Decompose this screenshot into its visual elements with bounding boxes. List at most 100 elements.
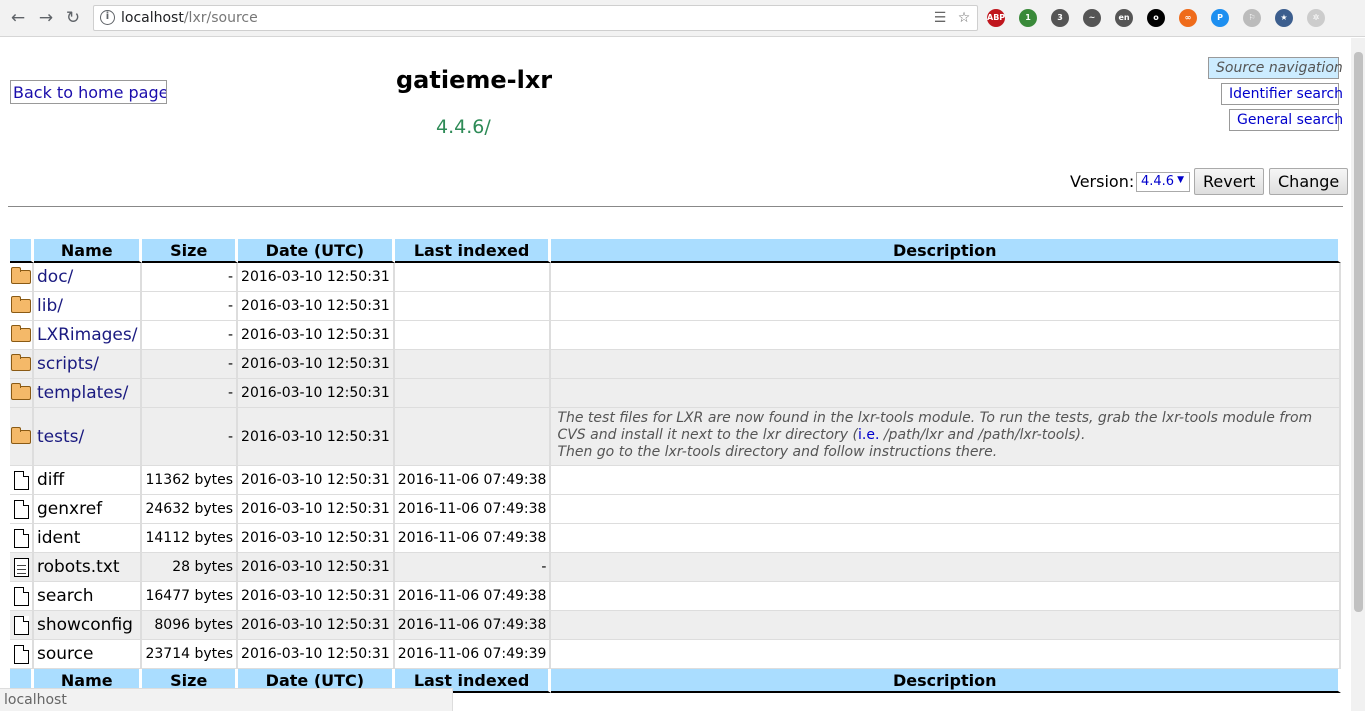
bookmark-star-icon[interactable]: ☆ [956,10,972,26]
file-icon-cell[interactable] [10,524,34,553]
file-icon-cell[interactable] [10,495,34,524]
description-cell [551,350,1341,379]
size-cell: - [142,263,239,292]
folder-icon-cell[interactable] [10,379,34,408]
date-cell: 2016-03-10 12:50:31 [238,321,395,350]
folder-icon[interactable] [11,426,31,444]
file-link[interactable]: source [37,644,93,664]
source-navigation-button[interactable]: Source navigation [1208,57,1343,79]
file-link[interactable]: genxref [37,499,102,519]
file-icon[interactable] [13,499,29,519]
forward-arrow-icon[interactable]: → [36,8,56,28]
identifier-search-button[interactable]: Identifier search [1221,83,1343,105]
file-icon-cell[interactable] [10,466,34,495]
scrollbar-thumb[interactable] [1354,52,1363,612]
file-link[interactable]: robots.txt [37,557,120,577]
general-search-button[interactable]: General search [1229,109,1343,131]
size-cell: - [142,379,239,408]
trend-icon[interactable]: ~ [1083,9,1101,27]
extension-badge-icon[interactable]: 1 [1019,9,1037,27]
entry-name-cell: templates/ [34,379,143,408]
dim-icon[interactable]: ⚐ [1243,9,1261,27]
table-row: doc/ -2016-03-10 12:50:31 [10,263,1341,292]
folder-icon-cell[interactable] [10,408,34,466]
description-cell [551,379,1341,408]
folder-icon[interactable] [11,267,31,284]
change-button[interactable]: Change [1269,168,1349,195]
description-text: Then go to the lxr-tools directory and f… [557,444,998,460]
address-bar[interactable]: i localhost/lxr/source ☰ ☆ [93,5,978,31]
file-icon-cell[interactable] [10,582,34,611]
magnifier-icon[interactable]: P [1211,9,1229,27]
indexed-cell: 2016-11-06 07:49:38 [394,582,552,611]
date-column-header: Date (UTC) [238,239,395,263]
version-path[interactable]: 4.4.6/ [436,116,491,138]
file-icon[interactable] [13,528,29,548]
folder-link[interactable]: doc/ [37,267,73,287]
file-link[interactable]: search [37,586,93,606]
size-cell: - [142,350,239,379]
indexed-cell [394,292,552,321]
description-text: /path/lxr and /path/lxr-tools). [879,427,1086,443]
text-file-icon[interactable] [13,557,29,577]
folder-link[interactable]: lib/ [37,296,63,316]
folder-icon[interactable] [11,383,31,400]
file-link[interactable]: ident [37,528,80,548]
file-icon[interactable] [13,615,29,635]
bell-badge-icon[interactable]: 3 [1051,9,1069,27]
folder-link[interactable]: scripts/ [37,354,99,374]
file-icon-cell[interactable] [10,611,34,640]
file-icon-cell[interactable] [10,553,34,582]
file-icon[interactable] [13,586,29,606]
grey-extension-icon[interactable]: ✲ [1307,9,1325,27]
folder-icon[interactable] [11,296,31,313]
date-cell: 2016-03-10 12:50:31 [238,524,395,553]
entry-name-cell: lib/ [34,292,143,321]
info-icon[interactable]: i [100,10,115,25]
entry-name-cell: LXRimages/ [34,321,143,350]
description-column-header: Description [551,669,1341,693]
reload-icon[interactable]: ↻ [63,8,83,28]
dropdown-arrow-icon: ▼ [1177,175,1184,185]
folder-icon-cell[interactable] [10,263,34,292]
home-page-link[interactable]: Back to home page [10,80,167,104]
file-icon[interactable] [13,470,29,490]
address-url[interactable]: localhost/lxr/source [121,10,258,26]
circle-icon[interactable]: o [1147,9,1165,27]
indexed-cell [394,263,552,292]
revert-button[interactable]: Revert [1194,168,1265,195]
size-cell: 8096 bytes [142,611,239,640]
file-link[interactable]: showconfig [37,615,133,635]
entry-name-cell: robots.txt [34,553,143,582]
table-row: tests/ -2016-03-10 12:50:31 The test files… [10,408,1341,466]
folder-link[interactable]: tests/ [37,427,84,447]
ie-abbreviation: i.e. [857,427,880,443]
file-icon[interactable] [13,644,29,664]
folder-link[interactable]: LXRimages/ [37,325,137,345]
back-arrow-icon[interactable]: ← [8,8,28,28]
name-column-header: Name [34,239,143,263]
description-cell [551,263,1341,292]
folder-icon-cell[interactable] [10,321,34,350]
translate-icon[interactable]: ☰ [932,10,948,26]
star-circle-icon[interactable]: ★ [1275,9,1293,27]
date-cell: 2016-03-10 12:50:31 [238,466,395,495]
table-row: source 23714 bytes 2016-03-10 12:50:31 2016… [10,640,1341,669]
version-select[interactable]: 4.4.6 ▼ [1136,172,1190,192]
infinity-icon[interactable]: ∞ [1179,9,1197,27]
file-link[interactable]: diff [37,470,64,490]
file-icon-cell[interactable] [10,640,34,669]
indexed-cell [394,321,552,350]
folder-icon[interactable] [11,325,31,342]
entry-name-cell: showconfig [34,611,143,640]
status-bar: localhost [0,688,453,711]
language-icon[interactable]: en [1115,9,1133,27]
page-scrollbar[interactable] [1351,38,1365,711]
divider [8,206,1343,207]
folder-icon[interactable] [11,354,31,371]
description-cell [551,321,1341,350]
folder-link[interactable]: templates/ [37,383,128,403]
folder-icon-cell[interactable] [10,350,34,379]
folder-icon-cell[interactable] [10,292,34,321]
abp-icon[interactable]: ABP [987,9,1005,27]
